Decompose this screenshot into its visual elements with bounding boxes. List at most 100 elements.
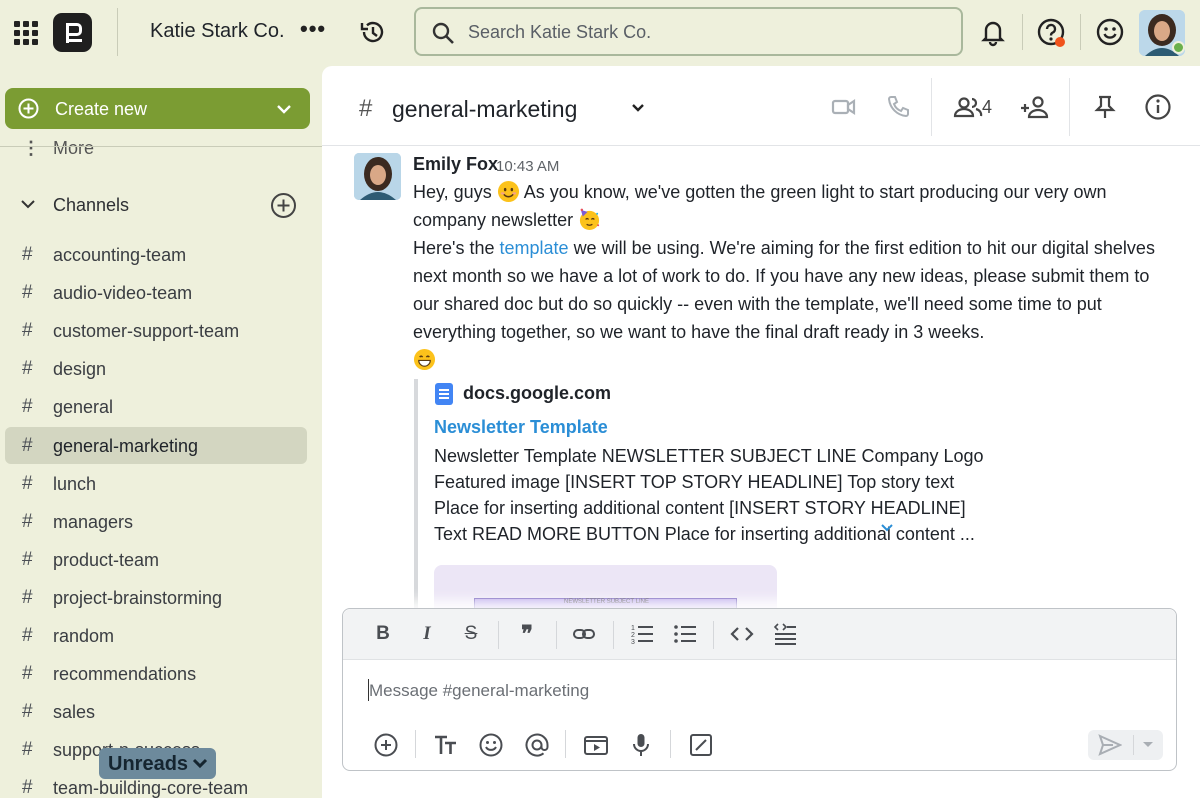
add-channel-icon[interactable] [270, 192, 297, 219]
sidebar-channel-product-team[interactable]: # product-team [5, 541, 307, 578]
pin-icon[interactable] [1091, 93, 1119, 121]
send-options-chevron-icon[interactable] [1142, 741, 1154, 749]
channels-section-toggle[interactable]: Channels [20, 192, 300, 218]
sidebar-channel-sales[interactable]: # sales [5, 693, 307, 730]
chevron-down-icon [192, 758, 208, 769]
preview-description: Newsletter Template NEWSLETTER SUBJECT L… [434, 446, 984, 544]
divider [415, 730, 416, 758]
channel-label: managers [53, 512, 134, 532]
channel-label: product-team [53, 550, 160, 570]
unreads-jump-button[interactable]: Unreads [99, 748, 216, 779]
code-block-icon[interactable] [773, 622, 797, 646]
message-timestamp[interactable]: 10:43 AM [496, 158, 559, 175]
divider [1133, 735, 1134, 755]
hash-icon: # [22, 549, 33, 570]
microphone-icon[interactable] [628, 732, 654, 758]
channel-name: general-marketing [392, 96, 578, 122]
bold-icon[interactable]: B [371, 622, 395, 646]
message-input[interactable] [369, 679, 1149, 703]
channel-label: project-brainstorming [53, 588, 223, 608]
team-name[interactable]: Katie Stark Co. [150, 20, 285, 43]
member-count[interactable]: 4 [982, 97, 992, 118]
phone-call-icon[interactable] [884, 93, 912, 121]
preview-title-link[interactable]: Newsletter Template [434, 417, 608, 438]
sidebar-more-label: More [53, 138, 95, 158]
divider [498, 621, 499, 649]
sidebar-channel-accounting-team[interactable]: # accounting-team [5, 236, 307, 273]
formatting-toolbar: B I S ❞ 123 [343, 609, 1176, 660]
divider [713, 621, 714, 649]
channel-view: # general-marketing 4 Emily Fox 10:43 AM… [322, 66, 1200, 798]
add-member-icon[interactable] [1019, 93, 1051, 121]
channel-header: # general-marketing 4 [322, 66, 1200, 146]
message-composer: B I S ❞ 123 [342, 608, 1177, 771]
sidebar-channel-random[interactable]: # random [5, 617, 307, 654]
info-icon[interactable] [1144, 93, 1172, 121]
slash-command-icon[interactable] [688, 732, 714, 758]
sidebar-channel-general[interactable]: # general [5, 388, 307, 425]
channel-label: sales [53, 702, 96, 722]
search-input[interactable] [468, 19, 938, 45]
svg-text:3: 3 [631, 639, 635, 646]
message-text-part: Hey, guys [413, 182, 492, 202]
quote-icon[interactable]: ❞ [515, 622, 539, 646]
sidebar-channel-customer-support-team[interactable]: # customer-support-team [5, 312, 307, 349]
history-icon[interactable] [358, 17, 388, 47]
bell-icon[interactable] [977, 16, 1009, 48]
sidebar-channel-project-brainstorming[interactable]: # project-brainstorming [5, 579, 307, 616]
numbered-list-icon[interactable]: 123 [630, 622, 654, 646]
template-link[interactable]: template [500, 238, 569, 258]
hash-icon: # [22, 701, 33, 722]
link-icon[interactable] [572, 622, 596, 646]
attach-plus-icon[interactable] [373, 732, 399, 758]
expand-chevron-icon[interactable] [880, 523, 894, 533]
chevron-down-icon [277, 105, 291, 114]
strikethrough-icon[interactable]: S [459, 622, 483, 646]
svg-text:2: 2 [631, 632, 635, 639]
emoji-icon[interactable] [478, 732, 504, 758]
sidebar-channel-lunch[interactable]: # lunch [5, 465, 307, 502]
video-call-icon[interactable] [830, 93, 858, 121]
chevron-down-icon [632, 104, 644, 112]
chevron-down-icon [21, 200, 35, 209]
message-avatar[interactable] [354, 153, 401, 200]
create-new-button[interactable]: Create new [5, 88, 310, 129]
text-format-icon[interactable] [433, 732, 459, 758]
thumbnail-text: NEWSLETTER SUBJECT LINE [564, 599, 649, 605]
divider [613, 621, 614, 649]
divider [670, 730, 671, 758]
italic-icon[interactable]: I [415, 622, 439, 646]
bulleted-list-icon[interactable] [673, 622, 697, 646]
team-menu-icon[interactable]: ••• [300, 16, 326, 42]
sidebar-channel-recommendations[interactable]: # recommendations [5, 655, 307, 692]
google-docs-icon [435, 383, 453, 405]
video-clip-icon[interactable] [583, 732, 609, 758]
hash-icon: # [22, 244, 33, 265]
mention-icon[interactable] [524, 732, 550, 758]
members-icon[interactable] [952, 93, 984, 121]
sidebar-channel-audio-video-team[interactable]: # audio-video-team [5, 274, 307, 311]
sidebar-channel-managers[interactable]: # managers [5, 503, 307, 540]
unreads-label: Unreads [108, 753, 189, 775]
divider [0, 146, 322, 147]
channel-label: general-marketing [53, 436, 199, 456]
svg-text:1: 1 [631, 625, 635, 632]
hash-icon: # [22, 511, 33, 532]
emoji-status-icon[interactable] [1094, 16, 1126, 48]
app-grid-icon[interactable] [14, 21, 38, 45]
online-status-dot [1172, 41, 1185, 54]
code-icon[interactable] [730, 622, 754, 646]
hash-icon: # [22, 320, 33, 341]
message-text-part: Here's the [413, 238, 495, 258]
channels-header: Channels [53, 195, 130, 215]
search-bar[interactable] [414, 7, 963, 56]
sidebar-channel-design[interactable]: # design [5, 350, 307, 387]
app-logo[interactable] [53, 13, 92, 52]
partying-face-emoji-icon [580, 208, 600, 231]
hash-icon: # [22, 777, 33, 798]
sidebar-channel-general-marketing[interactable]: # general-marketing [5, 427, 307, 464]
hash-icon: # [22, 435, 33, 456]
hash-icon: # [359, 95, 373, 122]
send-button[interactable] [1088, 730, 1163, 760]
message-author[interactable]: Emily Fox [413, 154, 498, 175]
